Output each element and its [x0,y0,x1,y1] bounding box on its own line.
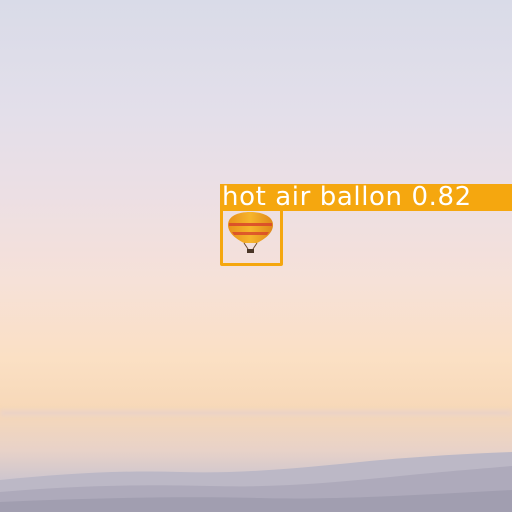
hot-air-balloon [228,212,273,253]
distant-hills [0,452,512,512]
detection-label: hot air ballon 0.82 [222,184,472,211]
detection-label-box: hot air ballon 0.82 [220,184,512,211]
haze-band [0,410,512,416]
photo-scene: hot air ballon 0.82 [0,0,512,512]
